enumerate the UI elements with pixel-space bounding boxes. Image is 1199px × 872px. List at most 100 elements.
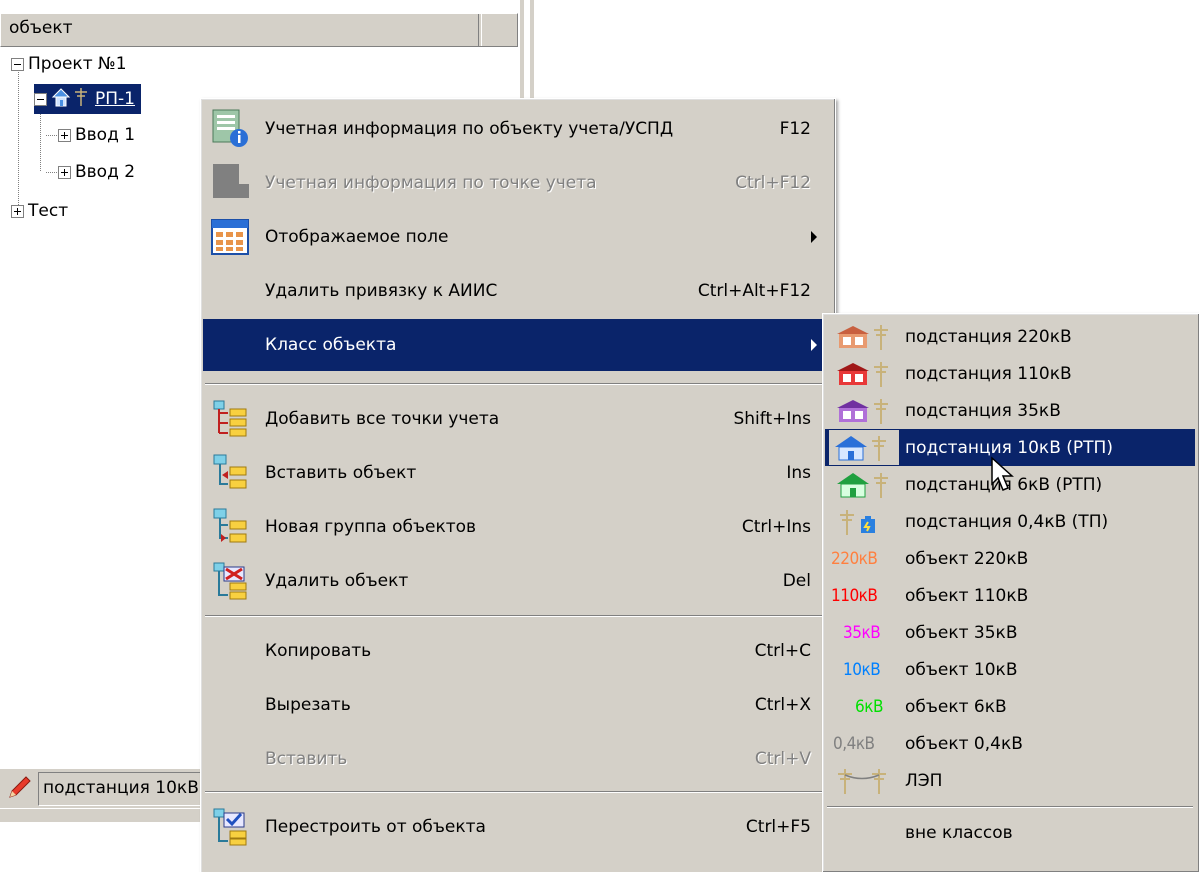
- submenu-item-object-110[interactable]: 110кВ объект 110кВ: [825, 577, 1195, 614]
- menu-item-shortcut: Ins: [786, 463, 811, 483]
- tree-node-label: Тест: [28, 201, 69, 221]
- object-class-submenu: подстанция 220кВ подстанция 110кВ подста…: [822, 313, 1199, 872]
- substation-220-icon: [831, 321, 897, 353]
- submenu-item-substation-04[interactable]: подстанция 0,4кВ (ТП): [825, 503, 1195, 540]
- menu-item-shortcut: F12: [779, 119, 811, 139]
- menu-item-shortcut: Ctrl+Ins: [741, 517, 811, 537]
- pencil-icon: [9, 776, 31, 798]
- voltage-badge-10: 10кВ: [843, 659, 881, 680]
- menu-item-label: Добавить все точки учета: [265, 409, 500, 429]
- tree-node-label: Ввод 2: [75, 162, 136, 182]
- voltage-badge-04: 0,4кВ: [833, 733, 875, 754]
- submenu-item-object-35[interactable]: 35кВ объект 35кВ: [825, 614, 1195, 651]
- delete-object-icon: [207, 559, 253, 603]
- menu-separator: [205, 383, 829, 385]
- menu-item-label: Новая группа объектов: [265, 517, 477, 537]
- menu-item-point-info[interactable]: Учетная информация по точке учета Ctrl+F…: [203, 157, 831, 209]
- tree-node-label: РП-1: [95, 89, 135, 109]
- menu-item-shortcut: Del: [782, 571, 811, 591]
- menu-item-object-info[interactable]: Учетная информация по объекту учета/УСПД…: [203, 103, 831, 155]
- menu-item-label: Удалить объект: [265, 571, 409, 591]
- new-group-icon: [207, 505, 253, 549]
- tree-node-project[interactable]: Проект №1: [11, 49, 127, 79]
- tree-node-input2[interactable]: Ввод 2: [58, 157, 135, 187]
- submenu-item-label: объект 35кВ: [905, 622, 1018, 643]
- menu-item-label: Класс объекта: [265, 335, 397, 355]
- submenu-item-object-6[interactable]: 6кВ объект 6кВ: [825, 688, 1195, 725]
- menu-item-shortcut: Shift+Ins: [733, 409, 811, 429]
- collapse-icon[interactable]: [34, 92, 47, 106]
- submenu-item-substation-110[interactable]: подстанция 110кВ: [825, 355, 1195, 392]
- grid-table-icon: [207, 215, 253, 259]
- submenu-item-label: ЛЭП: [905, 770, 943, 791]
- menu-item-unbind-aiis[interactable]: Удалить привязку к АИИС Ctrl+Alt+F12: [203, 265, 831, 317]
- submenu-item-substation-35[interactable]: подстанция 35кВ: [825, 392, 1195, 429]
- substation-35-icon: [831, 395, 897, 427]
- submenu-item-label: объект 220кВ: [905, 548, 1029, 569]
- menu-item-shortcut: Ctrl+V: [754, 749, 811, 769]
- submenu-item-power-line[interactable]: ЛЭП: [825, 762, 1195, 799]
- substation-6-icon: [831, 469, 897, 501]
- menu-item-shortcut: Ctrl+Alt+F12: [697, 281, 811, 301]
- expand-icon[interactable]: [11, 204, 24, 218]
- submenu-item-label: подстанция 0,4кВ (ТП): [905, 511, 1109, 532]
- submenu-item-label: подстанция 110кВ: [905, 363, 1072, 384]
- menu-item-paste[interactable]: Вставить Ctrl+V: [203, 733, 831, 785]
- add-all-points-icon: [207, 397, 253, 441]
- menu-item-label: Копировать: [265, 641, 372, 661]
- menu-item-cut[interactable]: Вырезать Ctrl+X: [203, 679, 831, 731]
- context-menu: Учетная информация по объекту учета/УСПД…: [200, 98, 836, 872]
- menu-item-shortcut: Ctrl+F5: [745, 817, 811, 837]
- submenu-item-object-220[interactable]: 220кВ объект 220кВ: [825, 540, 1195, 577]
- menu-item-label: Вырезать: [265, 695, 351, 715]
- menu-separator: [827, 806, 1193, 808]
- tree-connector: [18, 72, 19, 212]
- tree-node-label: Проект №1: [28, 54, 127, 74]
- tree-node-test[interactable]: Тест: [11, 196, 68, 226]
- tree-node-input1[interactable]: Ввод 1: [58, 120, 135, 150]
- menu-item-add-all-points[interactable]: Добавить все точки учета Shift+Ins: [203, 393, 831, 445]
- menu-item-new-group[interactable]: Новая группа объектов Ctrl+Ins: [203, 501, 831, 553]
- tree-node-rp1[interactable]: РП-1: [34, 84, 141, 114]
- menu-item-delete-object[interactable]: Удалить объект Del: [203, 555, 831, 607]
- menu-item-object-class[interactable]: Класс объекта: [203, 319, 831, 371]
- power-line-icon: [831, 765, 897, 797]
- submenu-item-no-class[interactable]: вне классов: [825, 814, 1195, 851]
- menu-item-display-field[interactable]: Отображаемое поле: [203, 211, 831, 263]
- substation-10-icon: [51, 86, 91, 113]
- tree-node-label: Ввод 1: [75, 125, 136, 145]
- expand-icon[interactable]: [58, 128, 71, 142]
- menu-separator: [205, 791, 829, 793]
- submenu-arrow-icon: [811, 231, 817, 243]
- column-header-object[interactable]: объект: [1, 14, 479, 46]
- menu-item-copy[interactable]: Копировать Ctrl+C: [203, 625, 831, 677]
- submenu-item-object-10[interactable]: 10кВ объект 10кВ: [825, 651, 1195, 688]
- substation-10-icon: [829, 430, 899, 465]
- menu-item-label: Перестроить от объекта: [265, 817, 486, 837]
- submenu-item-label: подстанция 10кВ (РТП): [905, 437, 1113, 458]
- submenu-item-label: подстанция 220кВ: [905, 326, 1072, 347]
- menu-item-insert-object[interactable]: Вставить объект Ins: [203, 447, 831, 499]
- tree-column-header[interactable]: объект: [0, 13, 518, 47]
- column-header-extra[interactable]: [481, 14, 517, 46]
- voltage-badge-220: 220кВ: [831, 548, 878, 569]
- menu-item-label: Отображаемое поле: [265, 227, 449, 247]
- mouse-pointer-icon: [991, 456, 1014, 491]
- substation-110-icon: [831, 358, 897, 390]
- rebuild-icon: [207, 805, 253, 849]
- tree-connector: [46, 135, 58, 136]
- submenu-item-label: объект 6кВ: [905, 696, 1007, 717]
- voltage-badge-110: 110кВ: [831, 585, 878, 606]
- menu-item-label: Вставить: [265, 749, 348, 769]
- collapse-icon[interactable]: [11, 57, 24, 71]
- info-card-icon: [207, 107, 253, 151]
- submenu-item-label: объект 110кВ: [905, 585, 1029, 606]
- submenu-item-substation-220[interactable]: подстанция 220кВ: [825, 318, 1195, 355]
- menu-item-label: Учетная информация по объекту учета/УСПД: [265, 119, 674, 139]
- expand-icon[interactable]: [58, 165, 71, 179]
- menu-item-label: Удалить привязку к АИИС: [265, 281, 498, 301]
- voltage-badge-35: 35кВ: [843, 622, 881, 643]
- submenu-item-object-04[interactable]: 0,4кВ объект 0,4кВ: [825, 725, 1195, 762]
- substation-04-icon: [831, 506, 897, 538]
- menu-item-rebuild[interactable]: Перестроить от объекта Ctrl+F5: [203, 801, 831, 853]
